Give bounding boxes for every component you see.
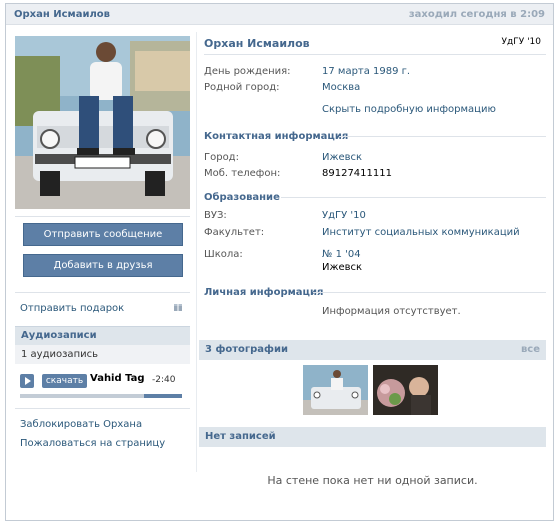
track-duration: -2:40 bbox=[152, 375, 176, 385]
separator bbox=[15, 292, 190, 293]
last-seen-status: заходил сегодня в 2:09 bbox=[408, 9, 545, 20]
profile-page: Орхан Исмаилов заходил сегодня в 2:09 От… bbox=[5, 3, 554, 521]
audio-count-row[interactable]: 1 аудиозапись bbox=[15, 345, 190, 364]
play-icon[interactable] bbox=[20, 374, 34, 388]
photo-thumbnail[interactable] bbox=[303, 365, 368, 415]
top-bar: Орхан Исмаилов заходил сегодня в 2:09 bbox=[6, 4, 553, 25]
block-user-link[interactable]: Заблокировать Орхана bbox=[20, 419, 142, 430]
school-city: Ижевск bbox=[322, 262, 363, 273]
birthday-value[interactable]: 17 марта 1989 г. bbox=[322, 66, 410, 77]
hometown-value[interactable]: Москва bbox=[322, 82, 360, 93]
profile-name: Орхан Исмаилов bbox=[204, 37, 310, 50]
personal-section-title: Личная информация bbox=[204, 287, 324, 298]
report-page-link[interactable]: Пожаловаться на страницу bbox=[20, 438, 165, 449]
wall-title: Нет записей bbox=[205, 431, 276, 442]
phone-label: Моб. телефон: bbox=[204, 168, 281, 179]
track-title: Vahid Tagi bbox=[90, 373, 144, 384]
phone-value: 89127411111 bbox=[322, 168, 392, 179]
school-value[interactable]: № 1 '04 bbox=[322, 249, 361, 260]
add-friend-button[interactable]: Добавить в друзья bbox=[23, 254, 183, 277]
audio-count: 1 аудиозапись bbox=[21, 349, 98, 360]
gift-icon[interactable] bbox=[174, 303, 182, 311]
header-name[interactable]: Орхан Исмаилов bbox=[14, 9, 110, 20]
school-label: Школа: bbox=[204, 249, 243, 260]
audio-volume-bar[interactable] bbox=[144, 394, 182, 398]
faculty-value[interactable]: Институт социальных коммуникаций bbox=[322, 227, 520, 238]
hometown-label: Родной город: bbox=[204, 82, 280, 93]
send-message-button[interactable]: Отправить сообщение bbox=[23, 223, 183, 246]
wall-header: Нет записей bbox=[199, 427, 546, 447]
city-value[interactable]: Ижевск bbox=[322, 152, 362, 163]
separator bbox=[313, 292, 546, 293]
photos-all-link[interactable]: все bbox=[521, 344, 540, 355]
university-label: ВУЗ: bbox=[204, 210, 227, 221]
audio-progress-track[interactable] bbox=[20, 394, 145, 398]
photos-header[interactable]: 3 фотографии все bbox=[199, 340, 546, 360]
city-label: Город: bbox=[204, 152, 239, 163]
education-section-title: Образование bbox=[204, 192, 280, 203]
separator bbox=[15, 408, 190, 409]
audio-title: Аудиозаписи bbox=[21, 330, 97, 341]
wall-empty-text: На стене пока нет ни одной записи. bbox=[267, 474, 478, 487]
separator bbox=[15, 216, 190, 217]
column-divider bbox=[196, 32, 197, 472]
birthday-label: День рождения: bbox=[204, 66, 291, 77]
profile-photo[interactable] bbox=[15, 36, 190, 209]
send-gift-link[interactable]: Отправить подарок bbox=[20, 303, 124, 314]
contact-section-title: Контактная информация bbox=[204, 131, 349, 142]
university-value[interactable]: УдГУ '10 bbox=[322, 210, 366, 221]
faculty-label: Факультет: bbox=[204, 227, 265, 238]
audio-section-header[interactable]: Аудиозаписи bbox=[15, 326, 190, 345]
hide-details-link[interactable]: Скрыть подробную информацию bbox=[322, 104, 496, 115]
separator bbox=[281, 197, 546, 198]
download-button[interactable]: скачать bbox=[42, 374, 87, 388]
school-tag[interactable]: УдГУ '10 bbox=[502, 37, 541, 47]
separator bbox=[339, 136, 546, 137]
separator bbox=[204, 54, 546, 55]
personal-empty-text: Информация отсутствует. bbox=[322, 306, 461, 317]
photos-title[interactable]: 3 фотографии bbox=[205, 344, 288, 355]
photo-thumbnail[interactable] bbox=[373, 365, 438, 415]
